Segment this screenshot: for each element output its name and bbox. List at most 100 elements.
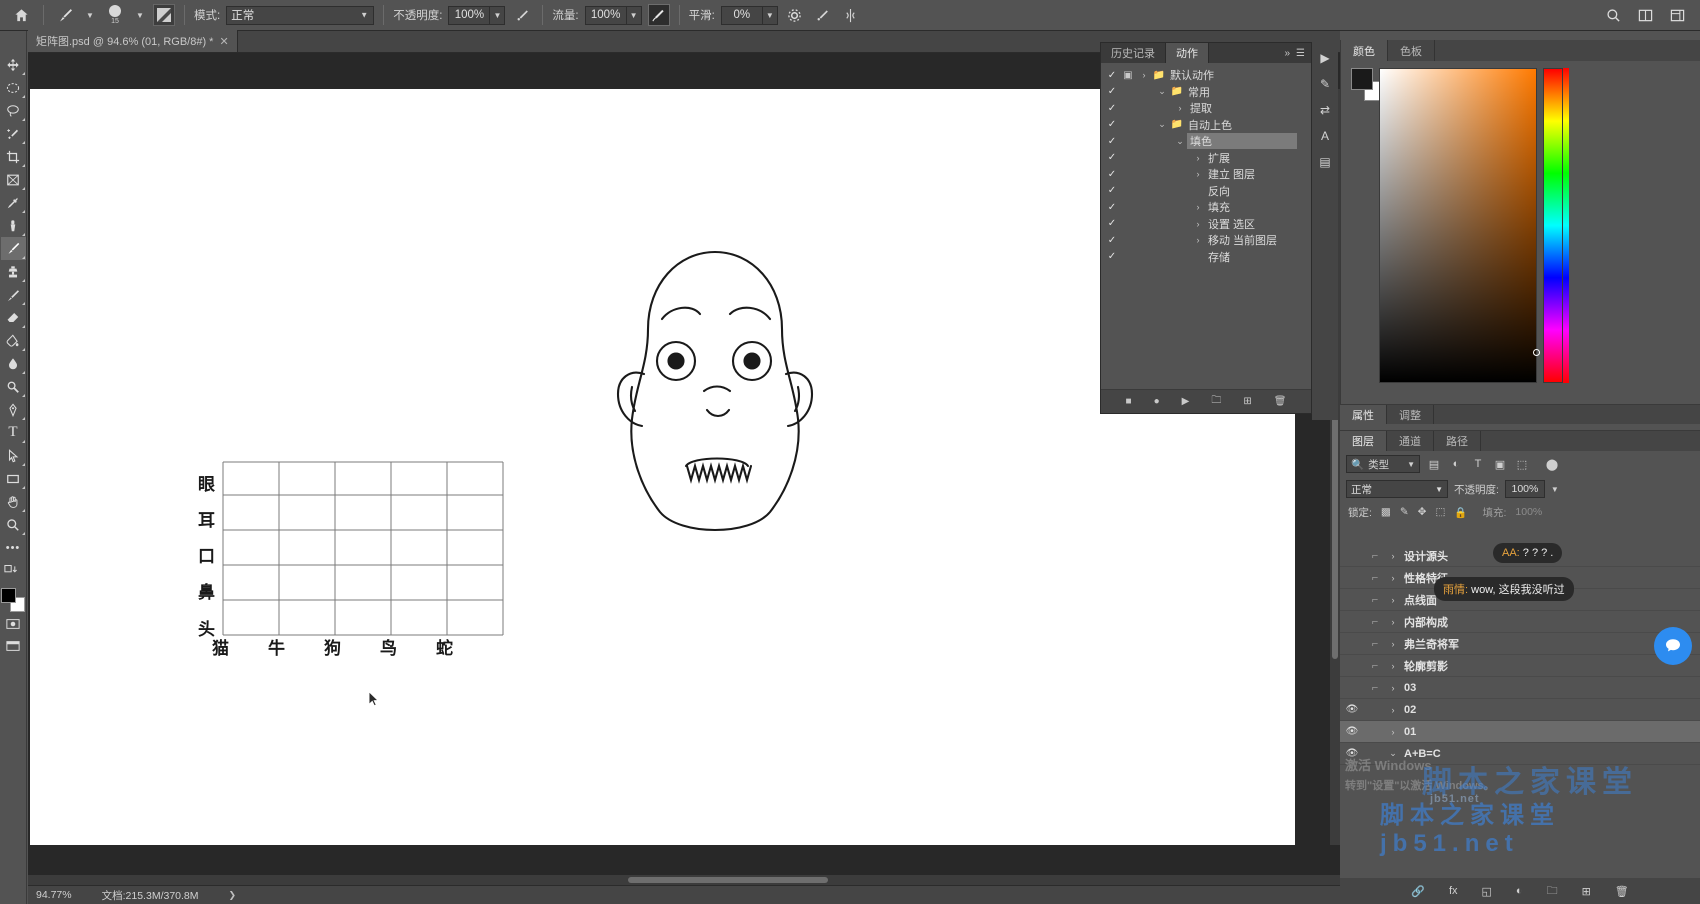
path-selection-tool[interactable] bbox=[1, 444, 26, 467]
action-row-3[interactable]: ✓ ⌄ 📁 自动上色 bbox=[1101, 117, 1311, 134]
chevron-right-icon[interactable]: › bbox=[1191, 235, 1205, 245]
lock-artboard-icon[interactable]: ⬚ bbox=[1435, 506, 1445, 518]
workspace-switcher-icon[interactable] bbox=[1666, 4, 1688, 26]
chevron-right-icon[interactable]: › bbox=[1386, 727, 1400, 737]
opacity-input[interactable]: 100% bbox=[448, 5, 491, 25]
pixel-filter-icon[interactable]: ▤ bbox=[1426, 455, 1442, 473]
record-icon[interactable]: ● bbox=[1154, 396, 1160, 407]
tab-adjustments[interactable]: 调整 bbox=[1387, 405, 1434, 424]
tab-history[interactable]: 历史记录 bbox=[1101, 43, 1166, 63]
zoom-tool[interactable] bbox=[1, 513, 26, 536]
stop-icon[interactable]: ■ bbox=[1126, 396, 1132, 407]
canvas-horizontal-scrollbar[interactable] bbox=[28, 875, 1340, 885]
tab-layers[interactable]: 图层 bbox=[1340, 431, 1387, 451]
layer-opacity-input[interactable]: 100% bbox=[1504, 480, 1545, 498]
new-layer-icon[interactable]: ⊞ bbox=[1582, 885, 1591, 898]
blend-mode-select[interactable]: 正常 ▼ bbox=[226, 5, 375, 25]
new-action-icon[interactable]: ⊞ bbox=[1243, 396, 1251, 407]
chevron-right-icon[interactable]: › bbox=[1191, 219, 1205, 229]
pressure-opacity-icon[interactable] bbox=[511, 4, 533, 26]
action-row-4[interactable]: ✓ ⌄ 填色 bbox=[1101, 133, 1311, 150]
hue-slider[interactable] bbox=[1543, 68, 1563, 383]
layer-row-3[interactable]: ⌐ › 内部构成 bbox=[1340, 611, 1700, 633]
type-tool[interactable]: T bbox=[1, 421, 26, 444]
lock-image-icon[interactable]: ✎ bbox=[1400, 506, 1409, 518]
shape-filter-icon[interactable]: ▣ bbox=[1492, 455, 1508, 473]
layer-row-7[interactable]: 👁 › 02 bbox=[1340, 699, 1700, 721]
home-icon[interactable] bbox=[8, 2, 34, 28]
action-row-2[interactable]: ✓ › 提取 bbox=[1101, 100, 1311, 117]
gradient-tool[interactable] bbox=[1, 329, 26, 352]
chevron-right-icon[interactable]: › bbox=[1191, 202, 1205, 212]
link-layers-icon[interactable]: 🔗 bbox=[1411, 885, 1425, 898]
brush-tool[interactable] bbox=[0, 237, 26, 260]
type-filter-icon[interactable]: T bbox=[1470, 455, 1486, 473]
brush-icon[interactable] bbox=[53, 3, 77, 27]
layer-style-icon[interactable]: fx bbox=[1449, 885, 1458, 897]
action-check-icon[interactable]: ✓ bbox=[1105, 86, 1119, 97]
chevron-right-icon[interactable]: › bbox=[1191, 169, 1205, 179]
foreground-color-swatch[interactable] bbox=[1, 588, 16, 603]
layer-row-9[interactable]: 👁 ⌄ A+B=C bbox=[1340, 743, 1700, 765]
clone-stamp-tool[interactable] bbox=[1, 260, 26, 283]
brush-rail-icon[interactable]: ✎ bbox=[1314, 72, 1336, 96]
status-caret-icon[interactable]: ❯ bbox=[229, 890, 237, 901]
color-field-picker[interactable] bbox=[1379, 68, 1540, 383]
healing-brush-tool[interactable] bbox=[1, 214, 26, 237]
chevron-right-icon[interactable]: › bbox=[1173, 103, 1187, 113]
play-icon[interactable]: ▶ bbox=[1182, 396, 1190, 407]
action-row-11[interactable]: ✓ 存储 bbox=[1101, 249, 1311, 266]
layer-filter-type-select[interactable]: 🔍 类型 ▼ bbox=[1346, 455, 1420, 473]
action-row-1[interactable]: ✓ ⌄ 📁 常用 bbox=[1101, 84, 1311, 101]
layer-row-4[interactable]: ⌐ › 弗兰奇将军 bbox=[1340, 633, 1700, 655]
action-check-icon[interactable]: ✓ bbox=[1105, 251, 1119, 262]
collapse-icon[interactable]: » bbox=[1284, 48, 1290, 59]
close-icon[interactable]: ✕ bbox=[219, 35, 228, 48]
frame-tool[interactable] bbox=[1, 168, 26, 191]
gear-icon[interactable] bbox=[784, 4, 806, 26]
brush-size-preview[interactable]: 15 bbox=[103, 2, 127, 28]
eye-icon[interactable]: 👁 bbox=[1340, 748, 1364, 759]
document-tab[interactable]: 矩阵图.psd @ 94.6% (01, RGB/8#) * ✕ bbox=[28, 30, 238, 52]
chevron-right-icon[interactable]: › bbox=[1386, 573, 1400, 583]
scroll-thumb[interactable] bbox=[628, 877, 828, 883]
action-check-icon[interactable]: ✓ bbox=[1105, 136, 1119, 147]
blur-tool[interactable] bbox=[1, 352, 26, 375]
chevron-down-icon[interactable]: ⌄ bbox=[1386, 748, 1400, 759]
chevron-right-icon[interactable]: › bbox=[1386, 639, 1400, 649]
action-row-7[interactable]: ✓ 反向 bbox=[1101, 183, 1311, 200]
history-brush-tool[interactable] bbox=[1, 283, 26, 306]
tab-paths[interactable]: 路径 bbox=[1434, 431, 1481, 451]
layers-rail-icon[interactable]: ▤ bbox=[1314, 150, 1336, 174]
tab-actions[interactable]: 动作 bbox=[1166, 43, 1209, 63]
delete-icon[interactable]: 🗑 bbox=[1274, 396, 1287, 407]
layer-row-6[interactable]: ⌐ › 03 bbox=[1340, 677, 1700, 699]
color-swatches[interactable] bbox=[0, 587, 26, 613]
delete-layer-icon[interactable]: 🗑 bbox=[1615, 885, 1629, 898]
move-tool[interactable] bbox=[1, 53, 26, 76]
tab-properties[interactable]: 属性 bbox=[1340, 405, 1387, 424]
new-set-icon[interactable]: 🗀 bbox=[1211, 393, 1221, 410]
hue-slider-edge[interactable] bbox=[1563, 68, 1569, 383]
chevron-right-icon[interactable]: › bbox=[1386, 705, 1400, 715]
action-check-icon[interactable]: ✓ bbox=[1105, 70, 1119, 81]
flow-caret-icon[interactable]: ▼ bbox=[626, 5, 642, 25]
new-group-icon[interactable]: 🗀 bbox=[1547, 882, 1558, 901]
play-rail-icon[interactable]: ▶ bbox=[1314, 46, 1336, 70]
quick-selection-tool[interactable] bbox=[1, 122, 26, 145]
layer-row-8[interactable]: 👁 › 01 bbox=[1340, 721, 1700, 743]
eraser-tool[interactable] bbox=[1, 306, 26, 329]
brush-size-caret[interactable]: ▼ bbox=[133, 4, 147, 26]
panel-menu-icon[interactable]: ☰ bbox=[1296, 48, 1305, 59]
layer-mask-icon[interactable]: ◱ bbox=[1482, 885, 1492, 898]
pen-tool[interactable] bbox=[1, 398, 26, 421]
rectangle-tool[interactable] bbox=[1, 467, 26, 490]
eye-icon[interactable]: 👁 bbox=[1340, 704, 1364, 715]
pressure-size-icon[interactable] bbox=[812, 4, 834, 26]
chevron-right-icon[interactable]: › bbox=[1137, 70, 1151, 80]
chevron-right-icon[interactable]: › bbox=[1386, 551, 1400, 561]
action-row-0[interactable]: ✓ ▣ › 📁 默认动作 bbox=[1101, 67, 1311, 84]
filter-toggle-icon[interactable]: ⬤ bbox=[1544, 455, 1560, 473]
chat-fab-button[interactable] bbox=[1654, 627, 1692, 665]
action-row-10[interactable]: ✓ › 移动 当前图层 bbox=[1101, 232, 1311, 249]
